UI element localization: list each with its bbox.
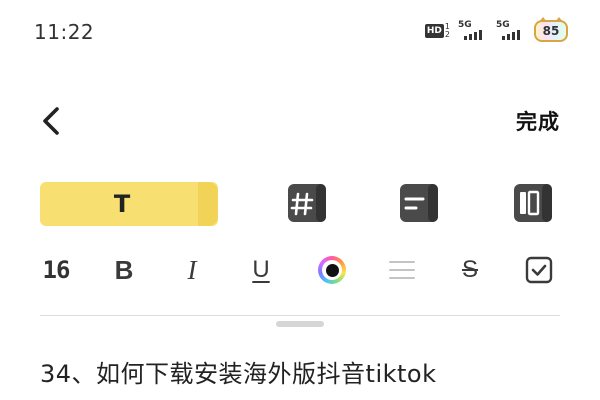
- checkbox-button[interactable]: [522, 250, 556, 290]
- toolbar-divider: [40, 315, 560, 316]
- format-toolbar: 16 B I U S: [0, 250, 600, 290]
- hashtag-style-button[interactable]: [284, 182, 330, 224]
- status-bar: 11:22 HD 1 2 5G 5G 85: [0, 0, 600, 64]
- current-color-dot: [325, 263, 339, 277]
- sim-2-number: 2: [444, 30, 450, 39]
- align-lines-icon: [389, 261, 415, 279]
- sim-numbers: 1 2: [445, 23, 450, 39]
- text-style-glyph: T: [113, 190, 131, 218]
- chevron-left-icon: [43, 107, 59, 135]
- italic-button[interactable]: I: [176, 250, 208, 290]
- color-wheel-icon: [318, 256, 346, 284]
- signal-bars-1: [464, 30, 482, 40]
- text-color-button[interactable]: [314, 250, 350, 290]
- layout-columns-icon: [514, 184, 552, 222]
- battery-icon: 85: [534, 17, 568, 42]
- network-label-1: 5G: [458, 20, 472, 30]
- network-label-2: 5G: [496, 20, 510, 30]
- drag-handle[interactable]: [276, 321, 324, 327]
- signal-5g-icon-2: 5G: [496, 20, 526, 42]
- font-size-button[interactable]: 16: [38, 250, 74, 290]
- note-text-line[interactable]: 34、如何下载安装海外版抖音tiktok: [40, 354, 437, 389]
- bold-button[interactable]: B: [108, 250, 140, 290]
- list-style-button[interactable]: [396, 182, 442, 224]
- status-time: 11:22: [34, 20, 95, 44]
- align-button[interactable]: [386, 250, 418, 290]
- back-button[interactable]: [36, 104, 66, 138]
- signal-bars-2: [502, 30, 520, 40]
- checkbox-icon: [525, 256, 553, 284]
- hashtag-icon: [288, 184, 326, 222]
- hd-label: HD: [424, 24, 444, 38]
- strikethrough-button[interactable]: S: [454, 250, 486, 290]
- done-button[interactable]: 完成: [516, 106, 560, 136]
- text-style-card[interactable]: T: [40, 182, 218, 226]
- underline-button[interactable]: U: [245, 250, 277, 290]
- status-indicators: HD 1 2 5G 5G 85: [424, 17, 568, 44]
- hd-voice-icon: HD 1 2: [424, 23, 450, 39]
- layout-style-button[interactable]: [510, 182, 556, 224]
- signal-5g-icon-1: 5G: [458, 20, 488, 42]
- list-lines-icon: [400, 184, 438, 222]
- battery-level: 85: [542, 24, 560, 38]
